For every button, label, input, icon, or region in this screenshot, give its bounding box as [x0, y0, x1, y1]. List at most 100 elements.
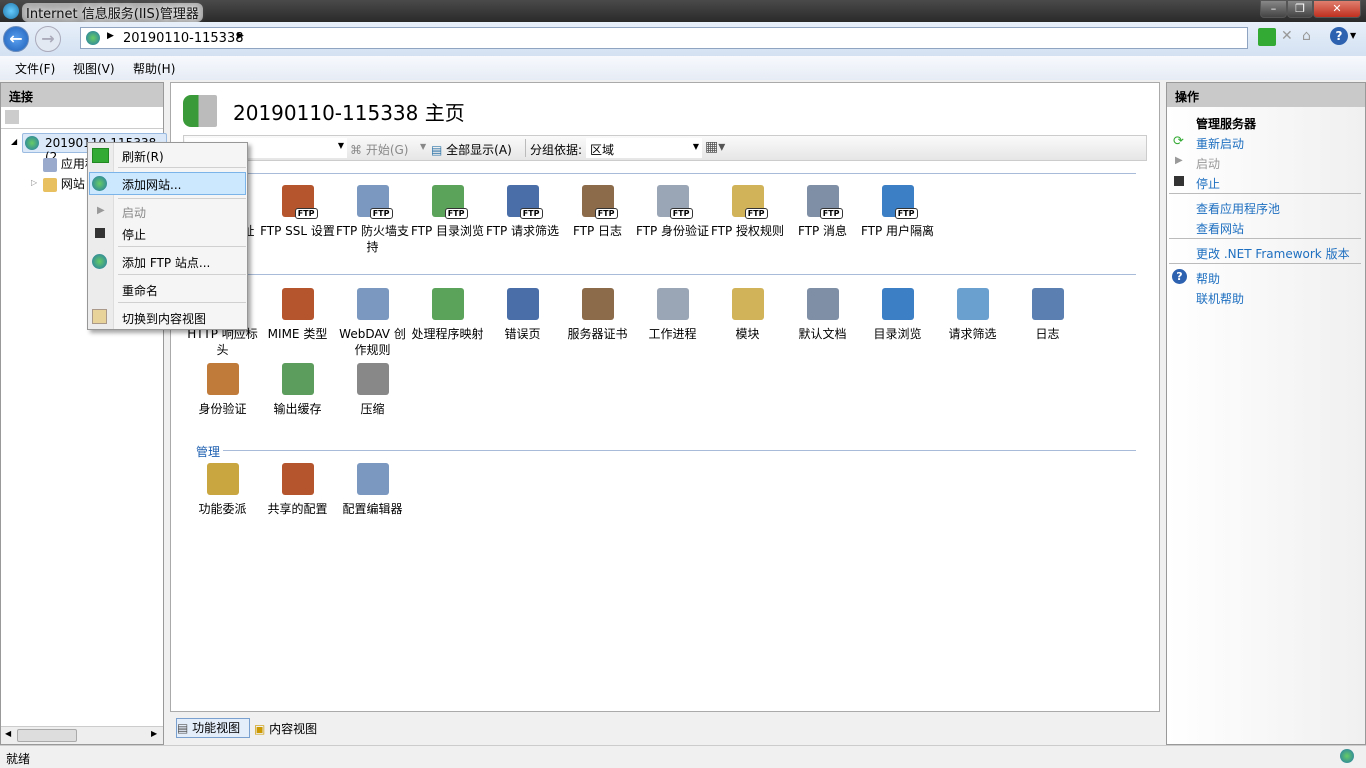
close-button[interactable]: ✕: [1313, 0, 1361, 18]
feature-center.iis_items-1[interactable]: MIME 类型: [260, 288, 335, 342]
feature-icon: [206, 463, 239, 495]
feature-center.ftp_items-9[interactable]: FTP FTP 用户隔离: [860, 185, 935, 239]
feature-label: FTP 身份验证: [635, 224, 710, 238]
feature-center.ftp_items-7[interactable]: FTP FTP 授权规则: [710, 185, 785, 239]
menu-item-refresh[interactable]: 刷新(R): [122, 148, 164, 165]
stop-icon: [95, 228, 105, 238]
home-icon[interactable]: ⌂: [1302, 28, 1320, 46]
menu-bar: 文件(F) 视图(V) 帮助(H): [0, 56, 1366, 80]
feature-center.iis_items-4[interactable]: 错误页: [485, 288, 560, 342]
menu-item-switch-to-content-view[interactable]: 切换到内容视图: [122, 310, 206, 327]
tab-features-view[interactable]: ▤ 功能视图: [176, 718, 250, 738]
feature-center.iis_items-2[interactable]: WebDAV 创作规则: [335, 288, 410, 358]
start-button[interactable]: ⌘ 开始(G): [350, 141, 409, 158]
feature-center.ftp_items-1[interactable]: FTP FTP SSL 设置: [260, 185, 335, 239]
minimize-button[interactable]: –: [1260, 0, 1287, 18]
menu-item-rename[interactable]: 重命名: [122, 282, 158, 299]
chevron-down-icon[interactable]: ▼: [420, 142, 426, 151]
feature-label: 共享的配置: [267, 502, 328, 516]
feature-center.iis_items-10[interactable]: 请求筛选: [935, 288, 1010, 342]
feature-center.iis_items-14[interactable]: 压缩: [335, 363, 410, 417]
feature-icon: FTP: [431, 185, 468, 219]
feature-label: WebDAV 创作规则: [339, 327, 406, 357]
collapse-icon[interactable]: ◢: [11, 137, 17, 146]
feature-center.iis_items-7[interactable]: 模块: [710, 288, 785, 342]
breadcrumb-server[interactable]: 20190110-115338: [123, 31, 244, 46]
feature-center.iis_items-6[interactable]: 工作进程: [635, 288, 710, 342]
feature-icon: [881, 288, 914, 320]
breadcrumb-arrow-icon: ▶: [107, 31, 114, 41]
feature-label: FTP SSL 设置: [260, 224, 335, 238]
menu-item-add-ftp-site[interactable]: 添加 FTP 站点...: [122, 254, 210, 271]
view-mode-icon[interactable]: ▦▾: [705, 139, 725, 155]
feature-center.ftp_items-8[interactable]: FTP FTP 消息: [785, 185, 860, 239]
stop-icon[interactable]: ✕: [1281, 28, 1297, 46]
action-online-help[interactable]: 联机帮助: [1196, 290, 1244, 307]
feature-center.iis_items-11[interactable]: 日志: [1010, 288, 1085, 342]
feature-center.iis_items-13[interactable]: 输出缓存: [260, 363, 335, 417]
maximize-button[interactable]: ❐: [1287, 0, 1313, 18]
action-view-app-pools[interactable]: 查看应用程序池: [1196, 200, 1280, 217]
feature-center.ftp_items-4[interactable]: FTP FTP 请求筛选: [485, 185, 560, 239]
tree-node-sites[interactable]: 网站: [43, 175, 85, 192]
actions-header: 操作: [1167, 83, 1365, 107]
feature-icon: FTP: [581, 185, 618, 219]
back-button[interactable]: ←: [3, 26, 29, 52]
breadcrumb-arrow-icon[interactable]: ▶: [237, 31, 244, 41]
feature-center.iis_items-5[interactable]: 服务器证书: [560, 288, 635, 342]
action-restart[interactable]: 重新启动: [1196, 135, 1244, 152]
refresh-icon[interactable]: [1258, 28, 1276, 46]
binoculars-icon: ⌘: [350, 143, 362, 157]
tab-content-view[interactable]: ▣ 内容视图: [254, 720, 317, 737]
feature-center.groups.0.items-0[interactable]: 功能委派: [185, 463, 260, 517]
feature-label: FTP 用户隔离: [860, 224, 935, 238]
address-box[interactable]: ▶ 20190110-115338 ▶: [80, 27, 1248, 49]
menu-file[interactable]: 文件(F): [15, 60, 55, 77]
feature-center.ftp_items-6[interactable]: FTP FTP 身份验证: [635, 185, 710, 239]
feature-center.groups.0.items-2[interactable]: 配置编辑器: [335, 463, 410, 517]
action-change-dotnet-version[interactable]: 更改 .NET Framework 版本: [1196, 245, 1350, 262]
chevron-down-icon[interactable]: ▼: [338, 141, 344, 150]
action-help[interactable]: 帮助: [1196, 270, 1220, 287]
scrollbar-thumb[interactable]: [17, 729, 77, 742]
feature-center.ftp_items-5[interactable]: FTP FTP 日志: [560, 185, 635, 239]
expand-icon[interactable]: ▷: [31, 178, 37, 187]
ftp-badge: FTP: [594, 208, 618, 219]
feature-center.ftp_items-2[interactable]: FTP FTP 防火墙支持: [335, 185, 410, 255]
feature-label: FTP 消息: [797, 224, 848, 238]
feature-center.iis_items-9[interactable]: 目录浏览: [860, 288, 935, 342]
feature-label: 输出缓存: [273, 402, 322, 416]
show-all-icon: ▤: [431, 143, 443, 157]
horizontal-scrollbar[interactable]: ◀ ▶: [1, 726, 163, 744]
action-stop[interactable]: 停止: [1196, 175, 1220, 192]
chevron-down-icon[interactable]: ▼: [1350, 31, 1356, 40]
group-by-select[interactable]: 区域 ▼: [586, 138, 702, 158]
feature-label: FTP 日志: [572, 224, 623, 238]
feature-icon: [206, 363, 239, 395]
menu-help[interactable]: 帮助(H): [133, 60, 175, 77]
feature-center.groups.0.items-1[interactable]: 共享的配置: [260, 463, 335, 517]
sites-folder-icon: [43, 177, 57, 192]
menu-view[interactable]: 视图(V): [73, 60, 115, 77]
forward-button[interactable]: →: [35, 26, 61, 52]
feature-label: HTTP 响应标头: [187, 327, 258, 357]
feature-center.iis_items-8[interactable]: 默认文档: [785, 288, 860, 342]
feature-center.ftp_items-3[interactable]: FTP FTP 目录浏览: [410, 185, 485, 239]
restart-icon: ⟳: [1173, 134, 1184, 149]
feature-center.iis_items-12[interactable]: 身份验证: [185, 363, 260, 417]
feature-label: 模块: [735, 327, 760, 341]
create-connection-icon[interactable]: [5, 110, 19, 124]
help-icon[interactable]: ?: [1330, 27, 1348, 45]
feature-center.iis_items-3[interactable]: 处理程序映射: [410, 288, 485, 342]
menu-item-add-website[interactable]: 添加网站...: [122, 176, 181, 193]
ftp-badge: FTP: [819, 208, 843, 219]
feature-icon: [806, 288, 839, 320]
action-view-sites[interactable]: 查看网站: [1196, 220, 1244, 237]
feature-icon: FTP: [656, 185, 693, 219]
show-all-button[interactable]: ▤ 全部显示(A): [431, 141, 512, 158]
title-bar: Internet 信息服务(IIS)管理器 – ❐ ✕: [0, 0, 1366, 22]
address-bar: ← → ▶ 20190110-115338 ▶ ✕ ⌂ ? ▼: [0, 22, 1366, 56]
feature-label: 请求筛选: [948, 327, 997, 341]
group-divider-ftp: [196, 173, 1136, 174]
menu-item-stop[interactable]: 停止: [122, 226, 146, 243]
